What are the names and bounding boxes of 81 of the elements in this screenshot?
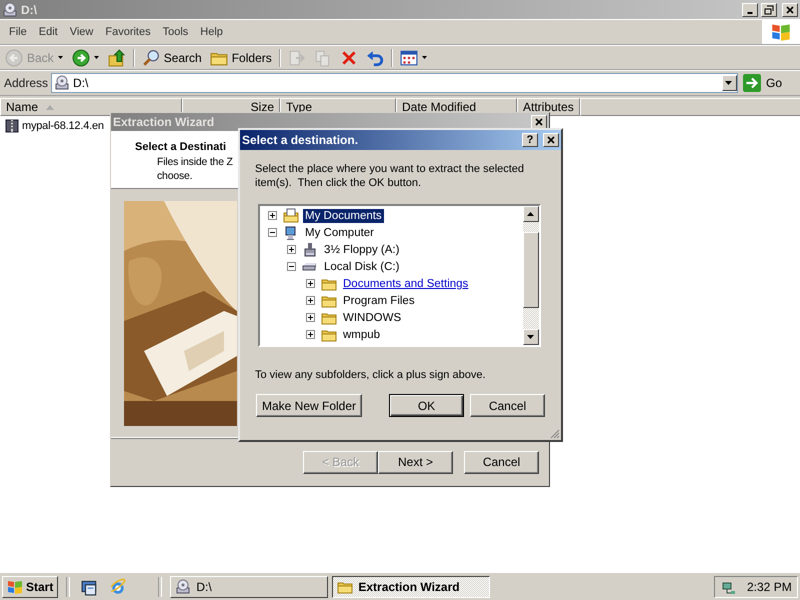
windows-flag-icon — [770, 22, 792, 42]
wizard-description: Files inside the Z — [157, 155, 233, 169]
expand-icon[interactable] — [306, 330, 315, 339]
views-icon — [400, 48, 418, 66]
delete-icon — [340, 48, 358, 66]
collapse-icon[interactable] — [287, 262, 296, 271]
scrollbar[interactable] — [523, 206, 539, 345]
window-title: Extraction Wizard — [113, 115, 214, 129]
archive-file-icon — [4, 118, 20, 134]
floppy-drive-icon — [302, 242, 318, 258]
dialog-button[interactable]: OK — [389, 394, 464, 417]
clock: 2:32 PM — [747, 580, 792, 594]
menu-item[interactable]: Favorites — [99, 26, 157, 38]
collapse-icon[interactable] — [268, 228, 277, 237]
menu-item[interactable]: View — [64, 26, 100, 38]
tree-item[interactable]: 3½ Floppy (A:) — [322, 242, 402, 256]
folders-button[interactable]: Folders — [206, 48, 275, 68]
caret-icon — [422, 56, 428, 60]
menu-item[interactable]: Edit — [32, 26, 64, 38]
wizard-heading: Select a Destinati — [135, 141, 226, 153]
tree-item[interactable]: Program Files — [341, 294, 417, 308]
expand-icon[interactable] — [306, 313, 315, 322]
expand-icon[interactable] — [287, 245, 296, 254]
restore-icon — [764, 4, 774, 14]
close-icon — [534, 117, 544, 127]
search-button[interactable]: Search — [138, 48, 205, 68]
tree-item[interactable]: Documents and Settings — [341, 276, 470, 290]
wizard-button[interactable]: Cancel — [464, 450, 539, 474]
instruction-text: Select the place where you want to extract the selected item(s). Then click the OK button. — [255, 162, 526, 191]
address-field[interactable]: D:\ — [51, 73, 738, 93]
undo-icon — [366, 48, 384, 66]
move-to-icon — [288, 48, 306, 66]
caret-icon — [94, 56, 100, 60]
scroll-down-icon — [527, 335, 535, 339]
expand-icon[interactable] — [306, 296, 315, 305]
address-label: Address — [4, 76, 48, 90]
tree-item[interactable]: My Computer — [303, 226, 376, 240]
menu-item[interactable]: Tools — [156, 26, 194, 38]
up-folder-icon — [108, 48, 126, 66]
tree-item[interactable]: Local Disk (C:) — [322, 260, 402, 274]
disc-drive-icon — [54, 75, 70, 91]
menu-item[interactable]: File — [3, 26, 33, 38]
expand-icon[interactable] — [306, 279, 315, 288]
close-icon — [546, 135, 556, 145]
taskbar-button[interactable]: D:\ — [170, 576, 328, 598]
document-folder-icon — [283, 208, 299, 224]
forward-icon — [72, 48, 90, 66]
windows-flag-icon — [7, 578, 23, 594]
tree-item[interactable]: wmpub — [341, 328, 382, 342]
back-icon — [5, 48, 23, 66]
copy-icon — [314, 48, 332, 66]
help-button[interactable]: ? — [522, 133, 538, 147]
tree-item[interactable]: WINDOWS — [341, 310, 404, 324]
expand-icon[interactable] — [268, 211, 277, 220]
wizard-button[interactable]: Next > — [378, 450, 453, 474]
dialog-button[interactable]: Cancel — [470, 394, 545, 417]
hint-text: To view any subfolders, click a plus sign above. — [255, 369, 487, 381]
go-arrow-icon — [742, 74, 761, 92]
disc-drive-icon — [175, 578, 192, 594]
dialog-button[interactable]: Make New Folder — [256, 394, 362, 417]
browser-icon[interactable] — [109, 578, 128, 596]
go-button[interactable]: Go — [740, 74, 796, 92]
disc-drive-icon — [2, 2, 18, 18]
resize-grip-icon[interactable] — [548, 427, 560, 439]
scroll-up-icon — [527, 212, 535, 216]
start-button[interactable]: Start — [2, 576, 58, 598]
search-icon — [142, 48, 160, 66]
minimize-icon — [747, 12, 753, 14]
menu-item[interactable]: Help — [194, 26, 229, 38]
dropdown-button[interactable] — [722, 75, 737, 91]
tree-item[interactable]: My Documents — [303, 208, 384, 222]
caret-icon — [58, 56, 64, 60]
dialog-title: Select a destination. — [242, 133, 358, 147]
caret-icon — [725, 81, 734, 85]
taskbar-button[interactable]: Extraction Wizard — [332, 576, 490, 598]
sort-arrow-icon — [46, 104, 54, 110]
file-name[interactable]: mypal-68.12.4.en — [22, 120, 104, 132]
close-button[interactable] — [543, 133, 559, 147]
close-icon — [785, 4, 795, 14]
wizard-description: choose. — [157, 169, 192, 183]
window-title: D:\ — [21, 2, 37, 16]
